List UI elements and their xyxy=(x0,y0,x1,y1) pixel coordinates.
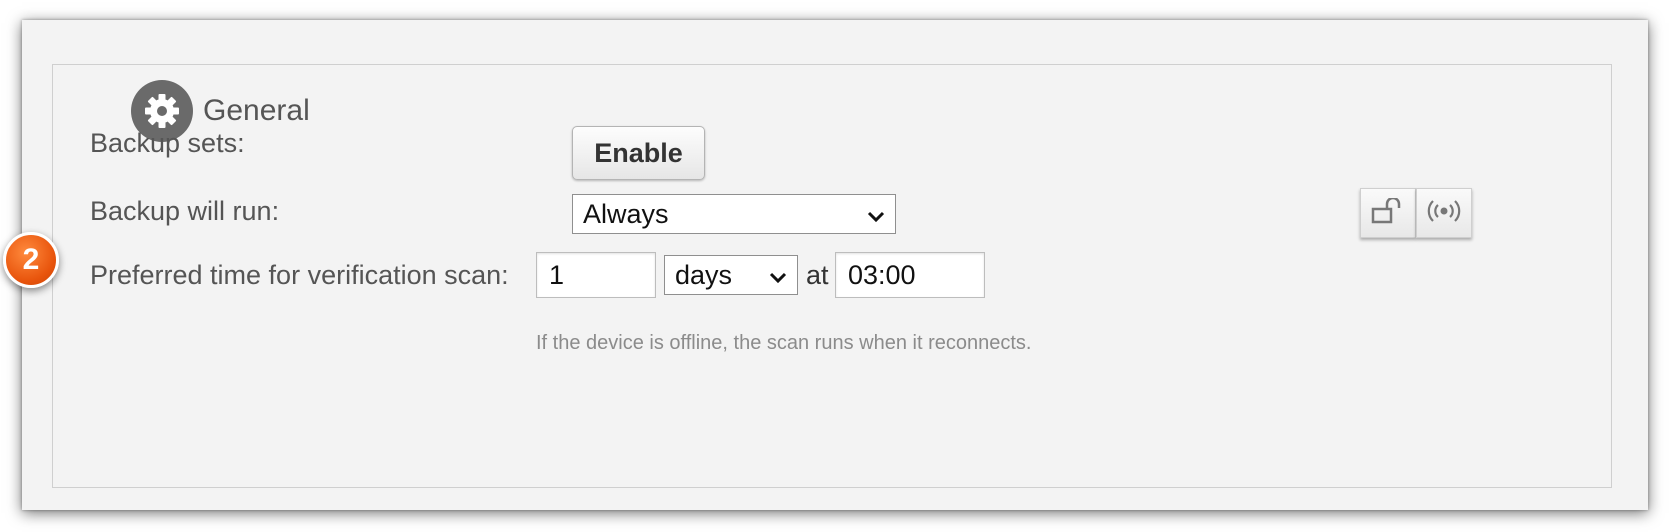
unlock-icon xyxy=(1371,196,1405,229)
scan-interval-unit-select[interactable]: days xyxy=(664,255,798,295)
backup-run-selected-value: Always xyxy=(583,198,669,229)
backup-sets-label: Backup sets: xyxy=(90,128,245,158)
verification-scan-label: Preferred time for verification scan: xyxy=(90,260,509,290)
callout-badge: 2 xyxy=(3,232,59,288)
scan-unit-selected-value: days xyxy=(675,259,733,290)
backup-run-select[interactable]: Always xyxy=(572,194,896,234)
scan-hint-text: If the device is offline, the scan runs … xyxy=(536,332,1032,354)
broadcast-button[interactable] xyxy=(1416,188,1472,238)
chevron-down-icon xyxy=(769,260,787,291)
chevron-down-icon xyxy=(867,199,885,230)
lock-button[interactable] xyxy=(1360,188,1416,238)
scan-time-input[interactable]: 03:00 xyxy=(835,252,985,298)
broadcast-icon xyxy=(1426,199,1462,228)
scan-interval-input[interactable]: 1 xyxy=(536,252,656,298)
section-title: General xyxy=(203,94,310,127)
general-settings-panel: General Backup sets: Enable Backup will … xyxy=(22,20,1648,510)
at-label: at xyxy=(806,260,829,290)
enable-backup-sets-button[interactable]: Enable xyxy=(572,126,705,180)
backup-will-run-label: Backup will run: xyxy=(90,196,280,226)
